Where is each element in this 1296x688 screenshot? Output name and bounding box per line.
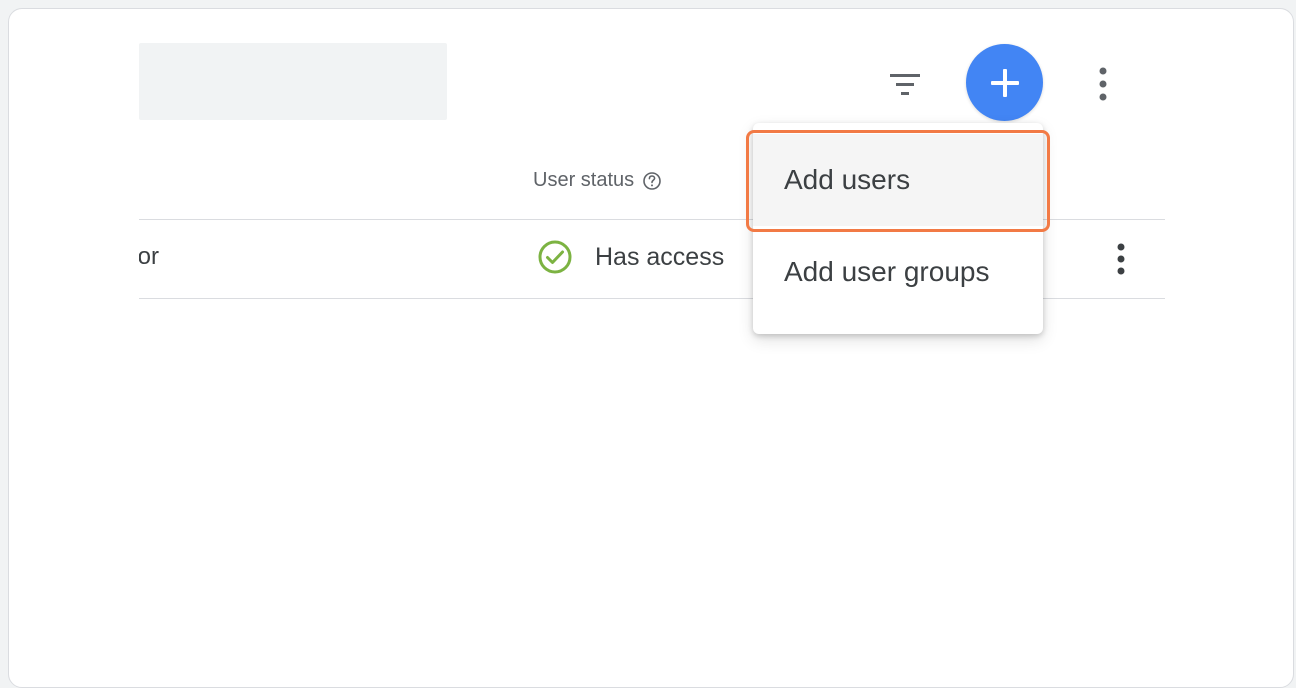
filter-button[interactable] (883, 63, 927, 107)
plus-icon (990, 68, 1019, 97)
menu-item-add-user-groups[interactable]: Add user groups (753, 226, 1043, 318)
status-cell: Has access (537, 239, 724, 275)
search-bar[interactable] (139, 43, 447, 120)
help-circle-icon[interactable] (642, 171, 662, 191)
check-circle-icon (538, 240, 572, 274)
more-options-button[interactable] (1085, 62, 1121, 106)
add-button[interactable] (966, 44, 1043, 121)
column-header-user-status: User status (533, 169, 662, 192)
card-panel: User status or Has access Add users Add … (8, 8, 1294, 688)
menu-item-add-users[interactable]: Add users (753, 134, 1043, 226)
row-more-options-button[interactable] (1103, 237, 1139, 281)
menu-item-label: Add users (784, 164, 911, 195)
more-vert-icon (1099, 67, 1107, 101)
status-label: Has access (595, 242, 725, 271)
role-cell: or (139, 243, 159, 270)
add-menu: Add users Add user groups (753, 123, 1043, 334)
filter-icon (890, 74, 920, 95)
column-header-label: User status (533, 169, 635, 191)
more-vert-icon (1117, 243, 1125, 275)
menu-item-label: Add user groups (784, 256, 990, 287)
